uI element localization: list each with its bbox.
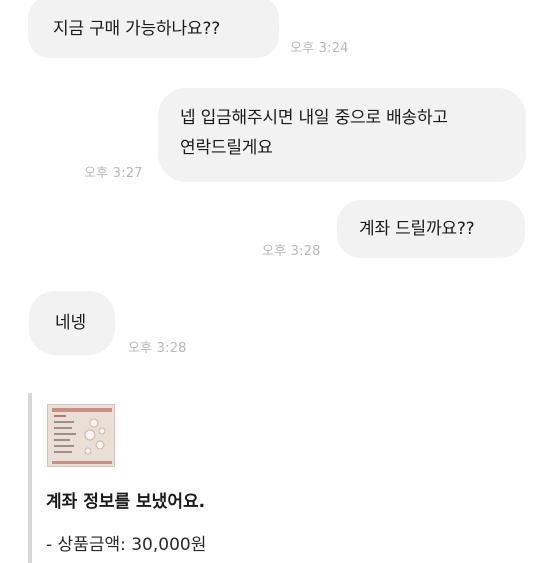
message-text: 지금 구매 가능하나요??: [53, 19, 221, 39]
message-text-line-1: 넵 입금해주시면 내일 중으로 배송하고: [180, 108, 448, 128]
product-photo-icon: [48, 405, 114, 466]
card-price: - 상품금액: 30,000원: [46, 535, 207, 555]
card-title: 계좌 정보를 보냈어요.: [46, 492, 206, 512]
message-text: 네넹: [55, 313, 86, 333]
message-text-line-2: 연락드릴게요: [180, 138, 273, 158]
payment-info-card[interactable]: 계좌 정보를 보냈어요. - 상품금액: 30,000원: [28, 393, 528, 563]
message-timestamp: 오후 3:28: [262, 244, 321, 259]
message-timestamp: 오후 3:27: [84, 166, 143, 181]
message-timestamp: 오후 3:24: [290, 41, 349, 56]
message-bubble-outgoing[interactable]: 넵 입금해주시면 내일 중으로 배송하고 연락드릴게요: [158, 88, 526, 182]
product-thumbnail[interactable]: [47, 404, 115, 467]
message-timestamp: 오후 3:28: [128, 341, 187, 356]
message-bubble-incoming[interactable]: 네넹: [29, 291, 115, 355]
message-text: 계좌 드릴까요??: [359, 219, 475, 239]
message-bubble-outgoing[interactable]: 계좌 드릴까요??: [337, 200, 525, 258]
message-bubble-incoming[interactable]: 지금 구매 가능하나요??: [28, 0, 279, 58]
card-accent-bar: [28, 393, 32, 563]
